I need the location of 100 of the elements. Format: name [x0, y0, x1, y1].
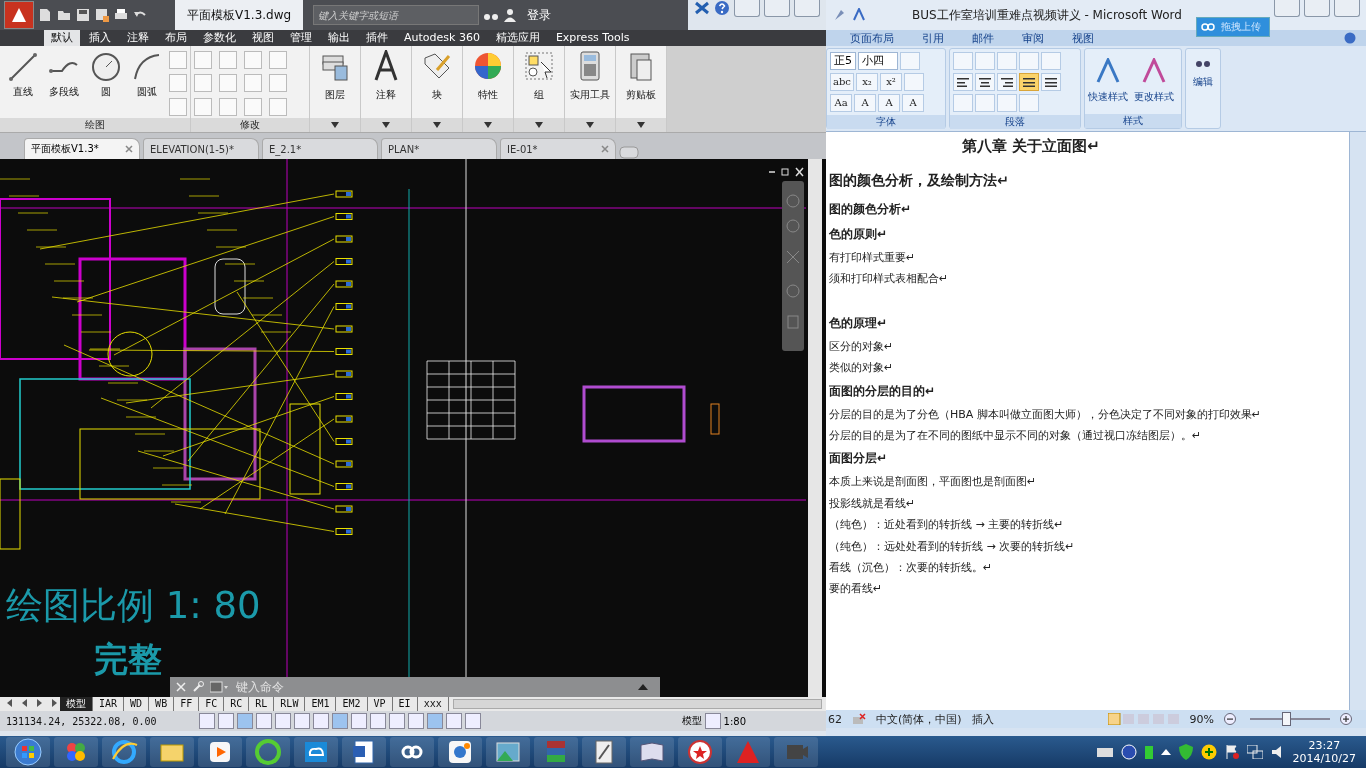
font-format-button[interactable]: A [854, 94, 876, 112]
drafting-toggle-button[interactable] [237, 713, 253, 729]
plus-circle-icon[interactable] [1200, 744, 1217, 760]
tool-label[interactable]: 组 [534, 88, 544, 102]
picture-icon[interactable] [486, 737, 530, 767]
panel-title[interactable]: 绘图 [82, 118, 108, 132]
hatch-tool-button[interactable] [169, 74, 187, 93]
align-button[interactable] [1041, 73, 1061, 91]
editing-button[interactable]: 编辑 [1193, 75, 1213, 89]
ribbon-tab[interactable]: Express Tools [548, 30, 637, 46]
tool-label[interactable]: 图层 [325, 88, 345, 102]
draw-tool-label[interactable]: 圆弧 [137, 85, 158, 99]
draw-tool-label[interactable]: 直线 [12, 85, 33, 99]
align-button[interactable] [975, 73, 995, 91]
ribbon-tab[interactable]: 视图 [245, 30, 281, 46]
link-cloud-icon[interactable] [390, 737, 434, 767]
ribbon-tab[interactable]: 精选应用 [488, 30, 547, 46]
font-format-button[interactable]: Aa [830, 94, 852, 112]
save-as-icon[interactable] [95, 8, 109, 22]
modify-tool-button[interactable] [244, 97, 262, 116]
minimize-button[interactable] [1274, 0, 1300, 17]
dropdown-arrow-icon[interactable] [586, 122, 594, 128]
model-space-button[interactable]: 模型 [681, 714, 702, 728]
ribbon-tab[interactable]: 引用 [910, 30, 956, 46]
clock[interactable]: 23:27 2014/10/27 [1292, 739, 1356, 765]
horizontal-scrollbar[interactable] [452, 699, 822, 709]
folder-icon[interactable] [150, 737, 194, 767]
ribbon-tab[interactable]: 输出 [321, 30, 357, 46]
ribbon-tab[interactable]: 默认 [44, 30, 80, 46]
modify-tool-button[interactable] [219, 97, 237, 116]
tool-label[interactable]: 注释 [376, 88, 396, 102]
font-format-button[interactable]: x² [879, 73, 902, 91]
dropdown-arrow-icon[interactable] [382, 122, 390, 128]
app-menu-button[interactable] [4, 1, 34, 29]
caret-up-icon[interactable] [638, 684, 648, 690]
book-icon[interactable] [630, 737, 674, 767]
document-icon[interactable] [342, 737, 386, 767]
zoom-slider-thumb[interactable] [1282, 712, 1291, 726]
login-link[interactable]: 登录 [527, 6, 552, 24]
document-tab[interactable]: PLAN* [381, 138, 497, 159]
layout-tab[interactable]: 模型 [60, 697, 93, 711]
start-button[interactable] [6, 737, 50, 767]
spelling-icon[interactable] [852, 713, 866, 725]
modify-tool-button[interactable] [269, 97, 287, 116]
drafting-toggle-button[interactable] [370, 713, 386, 729]
vertical-scrollbar[interactable] [1349, 132, 1366, 710]
drafting-toggle-button[interactable] [199, 713, 215, 729]
font-format-button[interactable]: abc [830, 73, 854, 91]
ribbon-tab[interactable]: 注释 [120, 30, 156, 46]
ribbon-tab[interactable]: 审阅 [1010, 30, 1056, 46]
play-icon[interactable] [198, 737, 242, 767]
ribbon-tab[interactable]: 视图 [1060, 30, 1106, 46]
ribbon-tab[interactable]: 布局 [158, 30, 194, 46]
save-icon[interactable] [76, 8, 90, 22]
notebook-icon[interactable] [582, 737, 626, 767]
ribbon-tab[interactable]: 参数化 [196, 30, 243, 46]
drafting-toggle-button[interactable] [294, 713, 310, 729]
document-tab[interactable]: IE-01* [500, 138, 616, 159]
keyboard-icon[interactable] [1096, 746, 1113, 758]
browser-icon[interactable] [102, 737, 146, 767]
drafting-toggle-button[interactable] [218, 713, 234, 729]
dropdown-arrow-icon[interactable] [637, 122, 645, 128]
zoom-out-icon[interactable] [1224, 713, 1236, 725]
vertical-scrollbar[interactable] [808, 159, 822, 697]
align-button[interactable] [997, 73, 1017, 91]
new-tab-icon[interactable] [619, 145, 639, 159]
cloud-icon[interactable] [294, 737, 338, 767]
document-tab[interactable]: ELEVATION(1-5)* [143, 138, 259, 159]
annotation-scale-button[interactable]: 1:80 [723, 715, 746, 727]
drafting-toggle-button[interactable] [275, 713, 291, 729]
view-buttons-icon[interactable] [1107, 713, 1180, 725]
ribbon-tab[interactable]: 邮件 [960, 30, 1006, 46]
ribbon-tab[interactable]: 插入 [82, 30, 118, 46]
draw-tool-label[interactable]: 圆 [100, 85, 111, 99]
close-icon[interactable] [125, 145, 133, 153]
camera-icon[interactable] [774, 737, 818, 767]
ribbon-tab[interactable]: 页面布局 [838, 30, 906, 46]
phonetic-guide-button[interactable] [900, 52, 920, 70]
font-format-button[interactable]: x₂ [855, 73, 878, 91]
drafting-toggle-button[interactable] [389, 713, 405, 729]
dropdown-arrow-icon[interactable] [433, 122, 441, 128]
star-clock-icon[interactable] [678, 737, 722, 767]
font-size-field[interactable]: 小四 [858, 52, 898, 70]
dropdown-arrow-icon[interactable] [484, 122, 492, 128]
viewport-controls-icon[interactable] [768, 167, 804, 177]
drafting-toggle-button[interactable] [351, 713, 367, 729]
command-input[interactable]: 键入命令 [234, 679, 632, 695]
minimize-button[interactable] [734, 0, 760, 17]
new-file-icon[interactable] [38, 8, 52, 22]
tool-label[interactable]: 剪贴板 [626, 88, 656, 102]
battery-icon[interactable] [1144, 745, 1153, 759]
drafting-toggle-button[interactable] [313, 713, 329, 729]
open-folder-icon[interactable] [57, 8, 71, 22]
zoom-level[interactable]: 90% [1189, 712, 1214, 726]
drafting-toggle-button[interactable] [332, 713, 348, 729]
rectangle-tool-button[interactable] [169, 51, 187, 69]
close-button[interactable] [794, 0, 820, 17]
tool-label[interactable]: 实用工具 [570, 88, 610, 102]
font-name-field[interactable]: 正5 [830, 52, 856, 70]
document-tab[interactable]: 平面模板V1.3* [24, 138, 140, 159]
